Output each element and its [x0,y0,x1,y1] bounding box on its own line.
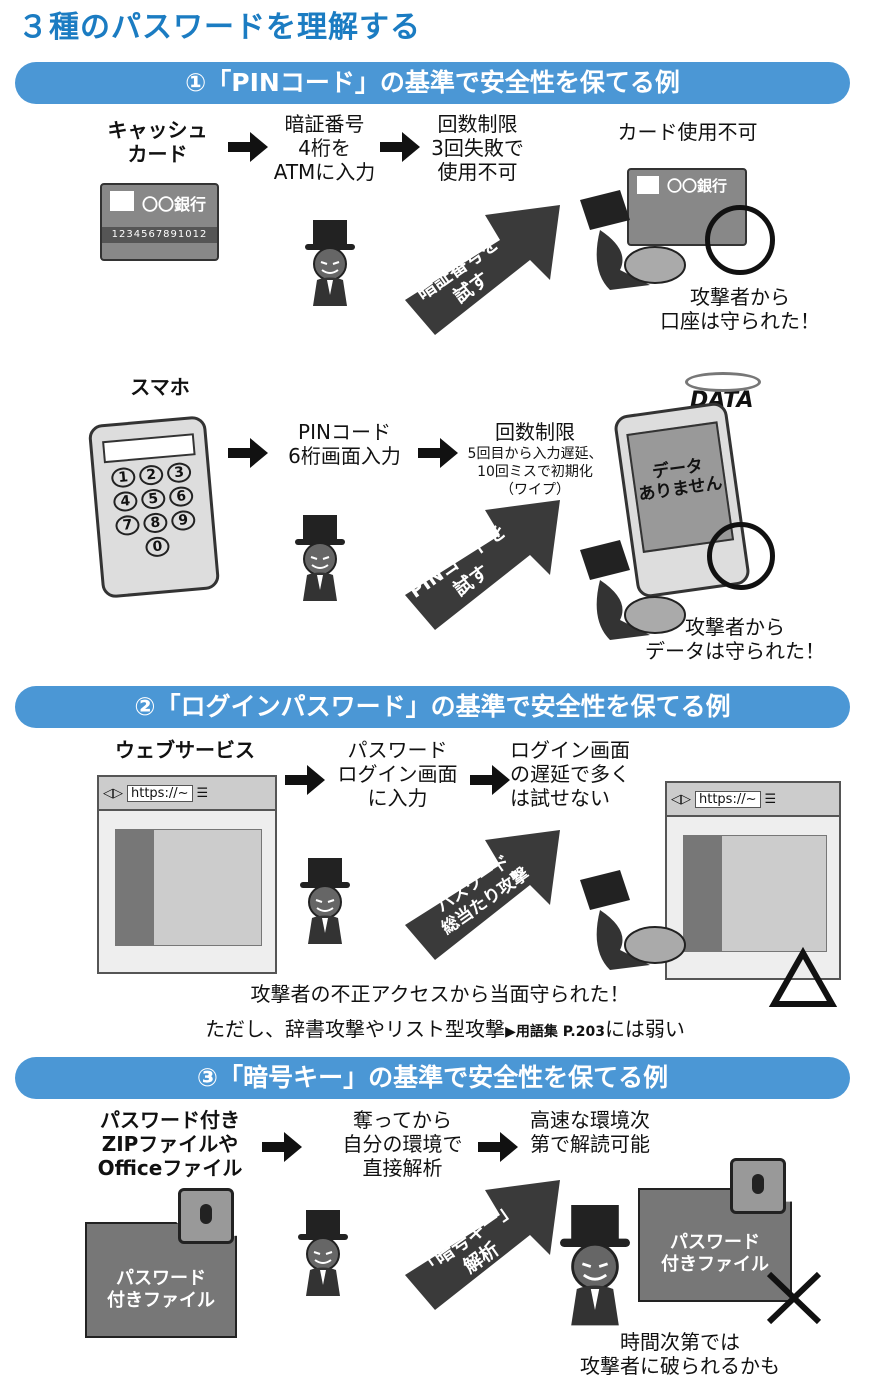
key: 8 [142,511,169,534]
circle-ok-icon [705,205,775,275]
limit-step: 回数制限 3回失敗で 使用不可 [431,112,524,184]
file-label: パスワード 付きファイル [107,1268,215,1311]
cash-card-label: キャッシュ カード [107,118,208,166]
villain-icon [294,514,346,602]
key: 2 [138,464,165,487]
section3-banner: ③「暗号キー」の基準で安全性を保てる例 [15,1057,850,1099]
web-service-label: ウェブサービス [115,738,255,762]
arrow-right-icon [380,132,420,162]
back-forward-icon: ◁▷ [103,785,123,801]
arrow-right-icon [262,1132,302,1162]
key: 1 [110,466,137,489]
decrypt-step: 高速な環境次 第で解読可能 [530,1108,650,1156]
villain-icon [297,1209,349,1297]
villain-icon [304,219,356,307]
steal-step: 奪ってから 自分の環境で 直接解析 [342,1108,463,1180]
card-number: 1234567891012 [102,227,217,243]
fallen-villain-icon [579,189,686,291]
key: 4 [112,490,139,513]
limit-detail: 5回目から入力遅延、 10回ミスで初期化 （ワイプ） [467,446,603,499]
result-text: 攻撃者から 口座は守られた！ [660,285,820,333]
result-line2-text: には弱い [604,1017,685,1041]
triangle-icon [768,946,838,1007]
result-text: 時間次第では 攻撃者に破られるかも [580,1330,780,1378]
browser-window: ◁▷ https://~ ☰ [97,775,277,974]
cash-card-image: 〇〇銀行 1234567891012 [100,183,219,261]
card-bank: 〇〇銀行 [142,195,207,214]
arrow-right-icon [418,438,458,468]
section1-banner: ①「PINコード」の基準で安全性を保てる例 [15,62,850,104]
result-text: 攻撃者から データは守られた！ [645,615,825,663]
card-unusable-label: カード使用不可 [617,120,758,144]
padlock-icon [730,1158,786,1214]
result-line1: 攻撃者の不正アクセスから当面守られた！ [250,982,630,1006]
limit-title: 回数制限 [495,420,575,444]
glossary-ref: ▶用語集 P.203 [505,1024,605,1040]
arrow-right-icon [228,438,268,468]
villain-icon [299,857,351,945]
menu-icon: ☰ [196,785,209,801]
infographic-page: ３種のパスワードを理解する ①「PINコード」の基準で安全性を保てる例 キャッシ… [0,0,871,1391]
key: 9 [170,509,197,532]
delay-step: ログイン画面 の遅延で多く は試せない [510,738,630,810]
padlock-icon [178,1188,234,1244]
chip-icon [110,191,134,211]
key: 3 [166,461,192,484]
page-title: ３種のパスワードを理解する [18,10,421,45]
key: 7 [114,514,141,537]
villain-icon [558,1203,632,1327]
arrow-right-icon [478,1132,518,1162]
key: 0 [144,535,171,558]
cross-icon [766,1271,822,1325]
pin-step: PINコード 6桁画面入力 [288,420,401,468]
arrow-right-icon [285,765,325,795]
smartphone-image: 1 2 3 4 5 6 7 8 9 0 [87,415,221,599]
url-bar: https://~ [695,790,761,808]
file-label: パスワード 付きファイル [661,1232,769,1275]
arrow-right-icon [470,765,510,795]
url-bar: https://~ [127,784,193,802]
key: 5 [140,488,167,511]
key: 6 [168,485,195,508]
file-label: パスワード付き ZIPファイルや Officeファイル [97,1108,243,1180]
atm-step: 暗証番号 4桁を ATMに入力 [273,112,376,184]
smartphone-label: スマホ [130,375,190,399]
section2-banner: ②「ログインパスワード」の基準で安全性を保てる例 [15,686,850,728]
result-line2-text: ただし、辞書攻撃やリスト型攻撃 [205,1017,506,1041]
menu-icon: ☰ [764,791,777,807]
fallen-villain-icon [579,869,686,971]
back-forward-icon: ◁▷ [671,791,691,807]
login-step: パスワード ログイン画面 に入力 [337,738,458,810]
halo-icon [685,372,761,392]
keypad: 1 2 3 4 5 6 7 8 9 0 [95,460,215,561]
result-line2: ただし、辞書攻撃やリスト型攻撃▶用語集 P.203には弱い [160,1013,730,1042]
circle-ok-icon [707,522,775,590]
